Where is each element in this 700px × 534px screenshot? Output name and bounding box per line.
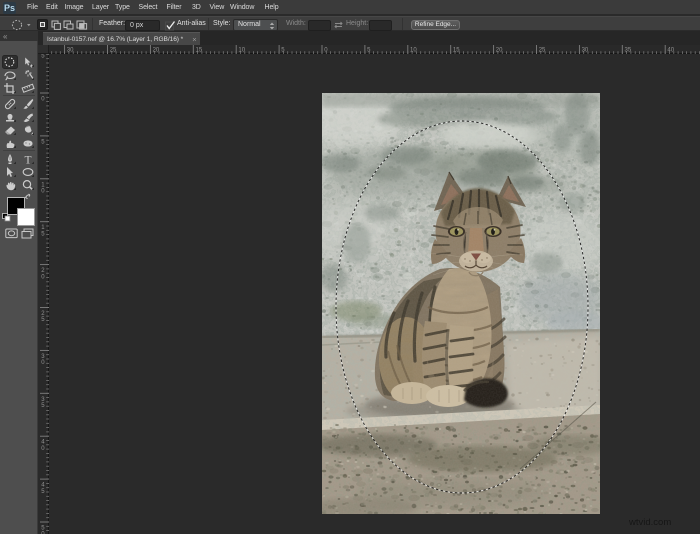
svg-text:30: 30 — [582, 47, 589, 53]
svg-text:20: 20 — [496, 47, 503, 53]
svg-text:10: 10 — [238, 47, 245, 53]
svg-text:10: 10 — [410, 47, 417, 53]
svg-text:40: 40 — [667, 47, 674, 53]
svg-text:20: 20 — [153, 47, 160, 53]
svg-text:25: 25 — [110, 47, 117, 53]
svg-text:30: 30 — [67, 47, 74, 53]
svg-text:15: 15 — [453, 47, 460, 53]
svg-text:15: 15 — [196, 47, 203, 53]
svg-text:35: 35 — [625, 47, 632, 53]
svg-text:25: 25 — [539, 47, 546, 53]
